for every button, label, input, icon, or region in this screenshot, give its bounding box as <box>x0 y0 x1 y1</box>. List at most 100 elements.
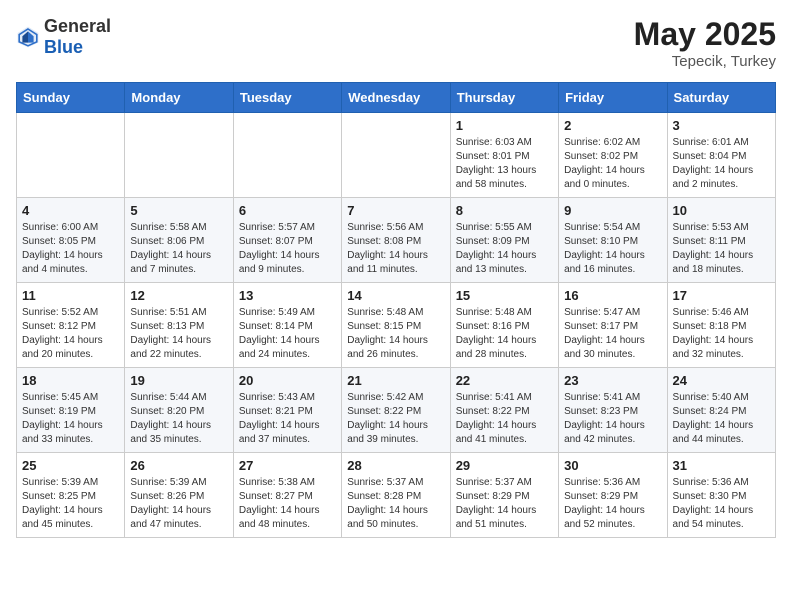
cell-info: Sunrise: 6:01 AMSunset: 8:04 PMDaylight:… <box>673 136 770 192</box>
day-number: 16 <box>564 288 661 303</box>
title-area: May 2025 Tepecik, Turkey <box>634 16 776 70</box>
calendar-cell-35: 31Sunrise: 5:36 AMSunset: 8:30 PMDayligh… <box>667 453 775 538</box>
cell-info: Sunrise: 5:53 AMSunset: 8:11 PMDaylight:… <box>673 221 770 277</box>
calendar-cell-16: 12 Sunrise: 5:51 AMSunset: 8:13 PMDayligh… <box>125 283 233 368</box>
cell-info: Sunrise: 6:03 AMSunset: 8:01 PMDaylight:… <box>456 136 553 192</box>
calendar-cell-2 <box>125 113 233 198</box>
cell-info: Sunrise: 6:02 AMSunset: 8:02 PMDaylight:… <box>564 136 661 192</box>
cell-info: Sunrise: 5:56 AMSunset: 8:08 PMDaylight:… <box>347 221 444 277</box>
weekday-header-row: SundayMondayTuesdayWednesdayThursdayFrid… <box>17 83 776 113</box>
calendar-cell-6: 2 Sunrise: 6:02 AMSunset: 8:02 PMDaylight… <box>559 113 667 198</box>
day-number: 14 <box>347 288 444 303</box>
month-year: May 2025 <box>634 16 776 53</box>
cell-info: Sunrise: 5:40 AMSunset: 8:24 PMDaylight:… <box>673 391 770 447</box>
logo-general: General <box>44 16 111 36</box>
cell-info: Sunrise: 5:37 AMSunset: 8:28 PMDaylight:… <box>347 476 444 532</box>
calendar-cell-25: 21Sunrise: 5:42 AMSunset: 8:22 PMDayligh… <box>342 368 450 453</box>
logo-icon <box>16 25 40 49</box>
location: Tepecik, Turkey <box>634 53 776 70</box>
weekday-header-wednesday: Wednesday <box>342 83 450 113</box>
cell-info: Sunrise: 5:42 AMSunset: 8:22 PMDaylight:… <box>347 391 444 447</box>
cell-info: Sunrise: 5:51 AMSunset: 8:13 PMDaylight:… <box>130 306 227 362</box>
calendar-week-4: 18 Sunrise: 5:45 AMSunset: 8:19 PMDayligh… <box>17 368 776 453</box>
cell-info: Sunrise: 5:44 AMSunset: 8:20 PMDaylight:… <box>130 391 227 447</box>
weekday-header-sunday: Sunday <box>17 83 125 113</box>
calendar-cell-15: 11 Sunrise: 5:52 AMSunset: 8:12 PMDayligh… <box>17 283 125 368</box>
calendar-cell-19: 15Sunrise: 5:48 AMSunset: 8:16 PMDayligh… <box>450 283 558 368</box>
calendar-cell-20: 16 Sunrise: 5:47 AMSunset: 8:17 PMDayligh… <box>559 283 667 368</box>
cell-info: Sunrise: 5:47 AMSunset: 8:17 PMDaylight:… <box>564 306 661 362</box>
cell-info: Sunrise: 5:49 AMSunset: 8:14 PMDaylight:… <box>239 306 336 362</box>
calendar-cell-26: 22 Sunrise: 5:41 AMSunset: 8:22 PMDayligh… <box>450 368 558 453</box>
cell-info: Sunrise: 5:45 AMSunset: 8:19 PMDaylight:… <box>22 391 119 447</box>
calendar-cell-17: 13 Sunrise: 5:49 AMSunset: 8:14 PMDayligh… <box>233 283 341 368</box>
cell-info: Sunrise: 5:37 AMSunset: 8:29 PMDaylight:… <box>456 476 553 532</box>
calendar-week-2: 4 Sunrise: 6:00 AMSunset: 8:05 PMDaylight… <box>17 198 776 283</box>
calendar-cell-4 <box>342 113 450 198</box>
calendar-cell-29: 25 Sunrise: 5:39 AMSunset: 8:25 PMDayligh… <box>17 453 125 538</box>
day-number: 1 <box>456 118 553 133</box>
day-number: 7 <box>347 203 444 218</box>
weekday-header-monday: Monday <box>125 83 233 113</box>
calendar-cell-9: 5Sunrise: 5:58 AMSunset: 8:06 PMDaylight… <box>125 198 233 283</box>
calendar-cell-22: 18 Sunrise: 5:45 AMSunset: 8:19 PMDayligh… <box>17 368 125 453</box>
cell-info: Sunrise: 5:52 AMSunset: 8:12 PMDaylight:… <box>22 306 119 362</box>
calendar-week-5: 25 Sunrise: 5:39 AMSunset: 8:25 PMDayligh… <box>17 453 776 538</box>
calendar-cell-32: 28 Sunrise: 5:37 AMSunset: 8:28 PMDayligh… <box>342 453 450 538</box>
cell-info: Sunrise: 5:39 AMSunset: 8:25 PMDaylight:… <box>22 476 119 532</box>
calendar-cell-14: 10Sunrise: 5:53 AMSunset: 8:11 PMDayligh… <box>667 198 775 283</box>
calendar-cell-23: 19 Sunrise: 5:44 AMSunset: 8:20 PMDayligh… <box>125 368 233 453</box>
day-number: 13 <box>239 288 336 303</box>
calendar-week-1: 1 Sunrise: 6:03 AMSunset: 8:01 PMDaylight… <box>17 113 776 198</box>
cell-info: Sunrise: 5:41 AMSunset: 8:23 PMDaylight:… <box>564 391 661 447</box>
day-number: 18 <box>22 373 119 388</box>
cell-info: Sunrise: 5:41 AMSunset: 8:22 PMDaylight:… <box>456 391 553 447</box>
day-number: 20 <box>239 373 336 388</box>
day-number: 28 <box>347 458 444 473</box>
cell-info: Sunrise: 5:36 AMSunset: 8:30 PMDaylight:… <box>673 476 770 532</box>
calendar-cell-5: 1 Sunrise: 6:03 AMSunset: 8:01 PMDaylight… <box>450 113 558 198</box>
day-number: 23 <box>564 373 661 388</box>
cell-info: Sunrise: 5:55 AMSunset: 8:09 PMDaylight:… <box>456 221 553 277</box>
calendar-cell-24: 20 Sunrise: 5:43 AMSunset: 8:21 PMDayligh… <box>233 368 341 453</box>
cell-info: Sunrise: 5:43 AMSunset: 8:21 PMDaylight:… <box>239 391 336 447</box>
calendar-table: SundayMondayTuesdayWednesdayThursdayFrid… <box>16 82 776 538</box>
weekday-header-thursday: Thursday <box>450 83 558 113</box>
day-number: 22 <box>456 373 553 388</box>
day-number: 27 <box>239 458 336 473</box>
calendar-cell-18: 14Sunrise: 5:48 AMSunset: 8:15 PMDayligh… <box>342 283 450 368</box>
day-number: 26 <box>130 458 227 473</box>
logo-blue: Blue <box>44 37 83 57</box>
day-number: 8 <box>456 203 553 218</box>
cell-info: Sunrise: 5:39 AMSunset: 8:26 PMDaylight:… <box>130 476 227 532</box>
day-number: 2 <box>564 118 661 133</box>
day-number: 25 <box>22 458 119 473</box>
calendar-cell-3 <box>233 113 341 198</box>
calendar-cell-33: 29 Sunrise: 5:37 AMSunset: 8:29 PMDayligh… <box>450 453 558 538</box>
logo: General Blue <box>16 16 111 58</box>
cell-info: Sunrise: 5:46 AMSunset: 8:18 PMDaylight:… <box>673 306 770 362</box>
day-number: 19 <box>130 373 227 388</box>
calendar-cell-10: 6Sunrise: 5:57 AMSunset: 8:07 PMDaylight… <box>233 198 341 283</box>
day-number: 29 <box>456 458 553 473</box>
day-number: 30 <box>564 458 661 473</box>
cell-info: Sunrise: 5:48 AMSunset: 8:16 PMDaylight:… <box>456 306 553 362</box>
day-number: 5 <box>130 203 227 218</box>
day-number: 6 <box>239 203 336 218</box>
calendar-cell-8: 4 Sunrise: 6:00 AMSunset: 8:05 PMDaylight… <box>17 198 125 283</box>
cell-info: Sunrise: 5:38 AMSunset: 8:27 PMDaylight:… <box>239 476 336 532</box>
calendar-week-3: 11 Sunrise: 5:52 AMSunset: 8:12 PMDayligh… <box>17 283 776 368</box>
day-number: 3 <box>673 118 770 133</box>
cell-info: Sunrise: 5:54 AMSunset: 8:10 PMDaylight:… <box>564 221 661 277</box>
day-number: 24 <box>673 373 770 388</box>
cell-info: Sunrise: 6:00 AMSunset: 8:05 PMDaylight:… <box>22 221 119 277</box>
logo-text: General Blue <box>44 16 111 58</box>
calendar-cell-31: 27 Sunrise: 5:38 AMSunset: 8:27 PMDayligh… <box>233 453 341 538</box>
weekday-header-tuesday: Tuesday <box>233 83 341 113</box>
day-number: 12 <box>130 288 227 303</box>
day-number: 4 <box>22 203 119 218</box>
day-number: 11 <box>22 288 119 303</box>
day-number: 9 <box>564 203 661 218</box>
day-number: 17 <box>673 288 770 303</box>
calendar-cell-28: 24 Sunrise: 5:40 AMSunset: 8:24 PMDayligh… <box>667 368 775 453</box>
